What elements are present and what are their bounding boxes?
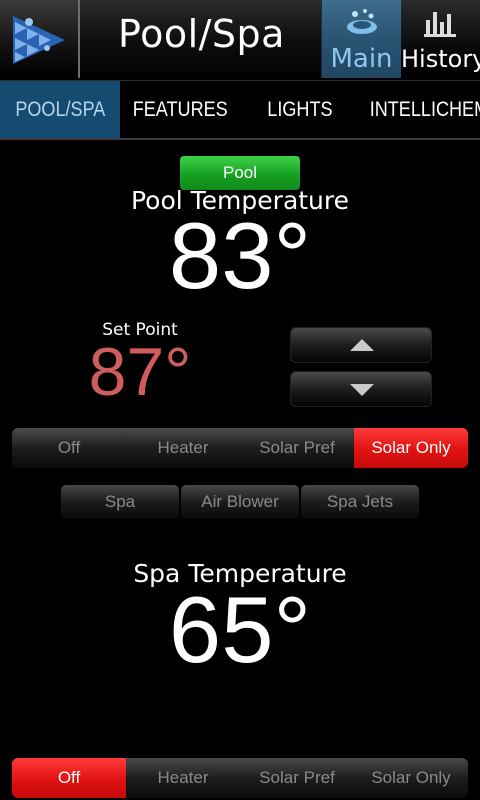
main-button-label: Main [330, 44, 393, 74]
arrow-up-icon [350, 339, 374, 351]
setpoint-increase-button[interactable] [290, 327, 432, 363]
pentair-logo-icon [13, 16, 65, 64]
tab-label: INTELLICHEM [369, 98, 480, 121]
spa-mode-solar-only[interactable]: Solar Only [354, 758, 468, 798]
pool-mode-solar-pref[interactable]: Solar Pref [240, 428, 354, 468]
history-button-label: History [401, 45, 480, 73]
history-button[interactable]: History [401, 0, 480, 78]
tab-label: FEATURES [132, 98, 228, 121]
setpoint-value: 87° [88, 334, 192, 410]
air-blower-button[interactable]: Air Blower [181, 485, 299, 519]
tab-pool-spa[interactable]: POOL/SPA [0, 81, 120, 138]
tab-bar: POOL/SPA FEATURES LIGHTS INTELLICHEM [0, 81, 480, 140]
pool-mode-heater[interactable]: Heater [126, 428, 240, 468]
pool-mode-off[interactable]: Off [12, 428, 126, 468]
tab-lights[interactable]: LIGHTS [240, 81, 360, 138]
spa-mode-off[interactable]: Off [12, 758, 126, 798]
spa-mode-solar-pref[interactable]: Solar Pref [240, 758, 354, 798]
spa-circuit-button[interactable]: Spa [61, 485, 179, 519]
tab-features[interactable]: FEATURES [120, 81, 240, 138]
tab-label: POOL/SPA [14, 98, 106, 121]
spa-heat-mode-selector: Off Heater Solar Pref Solar Only [12, 758, 468, 798]
setpoint-decrease-button[interactable] [290, 371, 432, 407]
arrow-down-icon [350, 384, 374, 396]
pool-temperature-value: 83° [168, 203, 312, 308]
spa-temperature-value: 65° [168, 577, 312, 682]
tab-intellichem[interactable]: INTELLICHEM [360, 81, 480, 138]
spa-mode-heater[interactable]: Heater [126, 758, 240, 798]
pool-body-button[interactable]: Pool [180, 156, 300, 190]
pool-heat-mode-selector: Off Heater Solar Pref Solar Only [12, 428, 468, 468]
pool-mode-solar-only[interactable]: Solar Only [354, 428, 468, 468]
page-title: Pool/Spa [118, 12, 285, 56]
app-logo-button[interactable] [0, 0, 80, 78]
spa-jets-button[interactable]: Spa Jets [301, 485, 419, 519]
bar-chart-icon [424, 12, 456, 37]
pool-splash-icon [347, 9, 377, 34]
main-button[interactable]: Main [321, 0, 401, 78]
tab-label: LIGHTS [267, 98, 333, 121]
top-bar: Pool/Spa Main History [0, 0, 480, 82]
